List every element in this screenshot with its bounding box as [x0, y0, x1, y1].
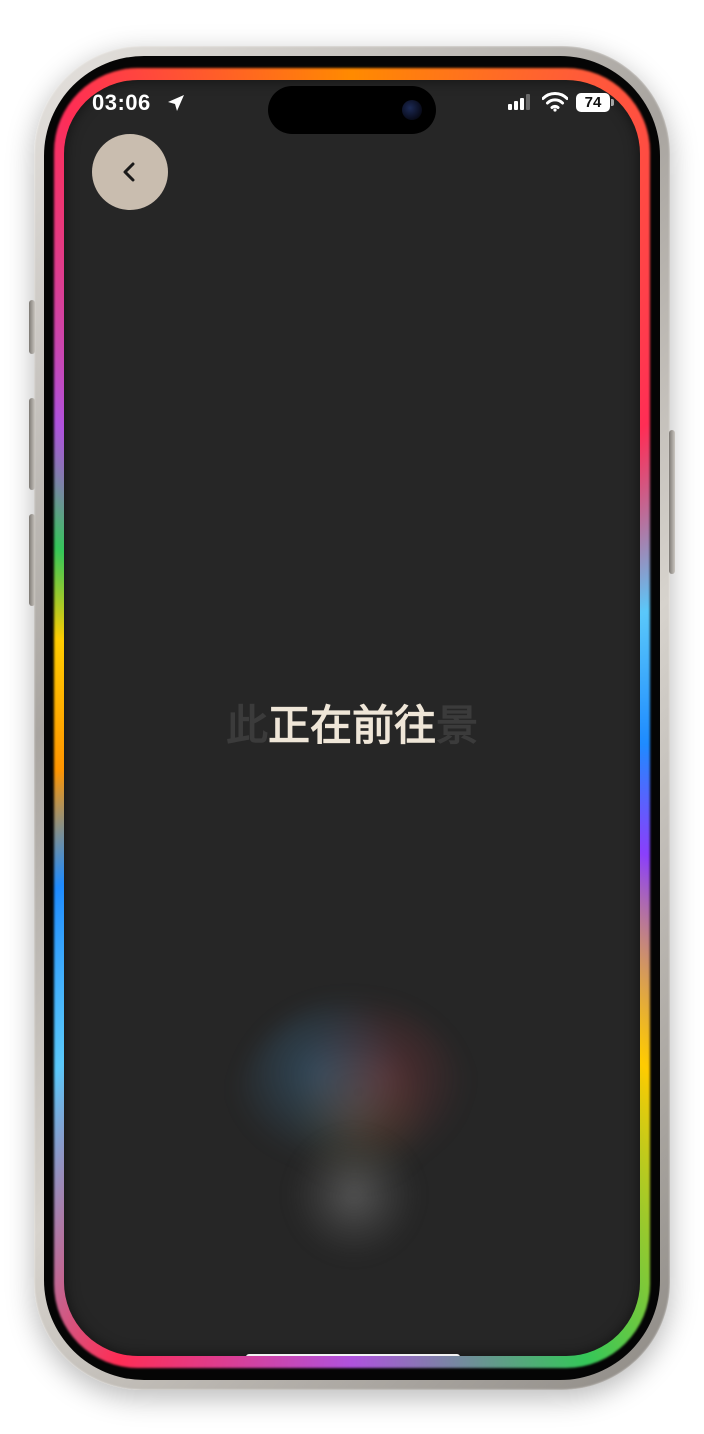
battery-level: 74: [584, 94, 602, 111]
volume-down-button: [29, 514, 35, 606]
chevron-left-icon: [123, 162, 135, 182]
status-caption: 此正在前往景: [64, 692, 640, 753]
battery-icon: 74: [576, 93, 610, 112]
dynamic-island: [268, 86, 436, 134]
caption-main: 正在前往: [267, 701, 436, 750]
back-button[interactable]: [92, 134, 168, 210]
battery-nub: [611, 99, 614, 106]
volume-up-button: [29, 398, 35, 490]
status-time: 03:06: [92, 90, 151, 115]
caption-trailing-faded: 景: [436, 701, 479, 750]
siri-orb-glow: [289, 1130, 419, 1260]
cellular-signal-icon: [508, 94, 530, 110]
action-button: [29, 300, 35, 354]
wifi-icon: [542, 92, 568, 112]
front-camera-icon: [402, 100, 422, 120]
home-indicator[interactable]: [246, 1354, 460, 1356]
phone-mockup: 03:06 74 此正在前往景: [0, 0, 704, 1434]
screen: 03:06 74 此正在前往景: [64, 80, 640, 1356]
power-button: [669, 430, 675, 574]
location-arrow-icon: [168, 95, 184, 111]
caption-leading-faded: 此: [225, 701, 268, 750]
